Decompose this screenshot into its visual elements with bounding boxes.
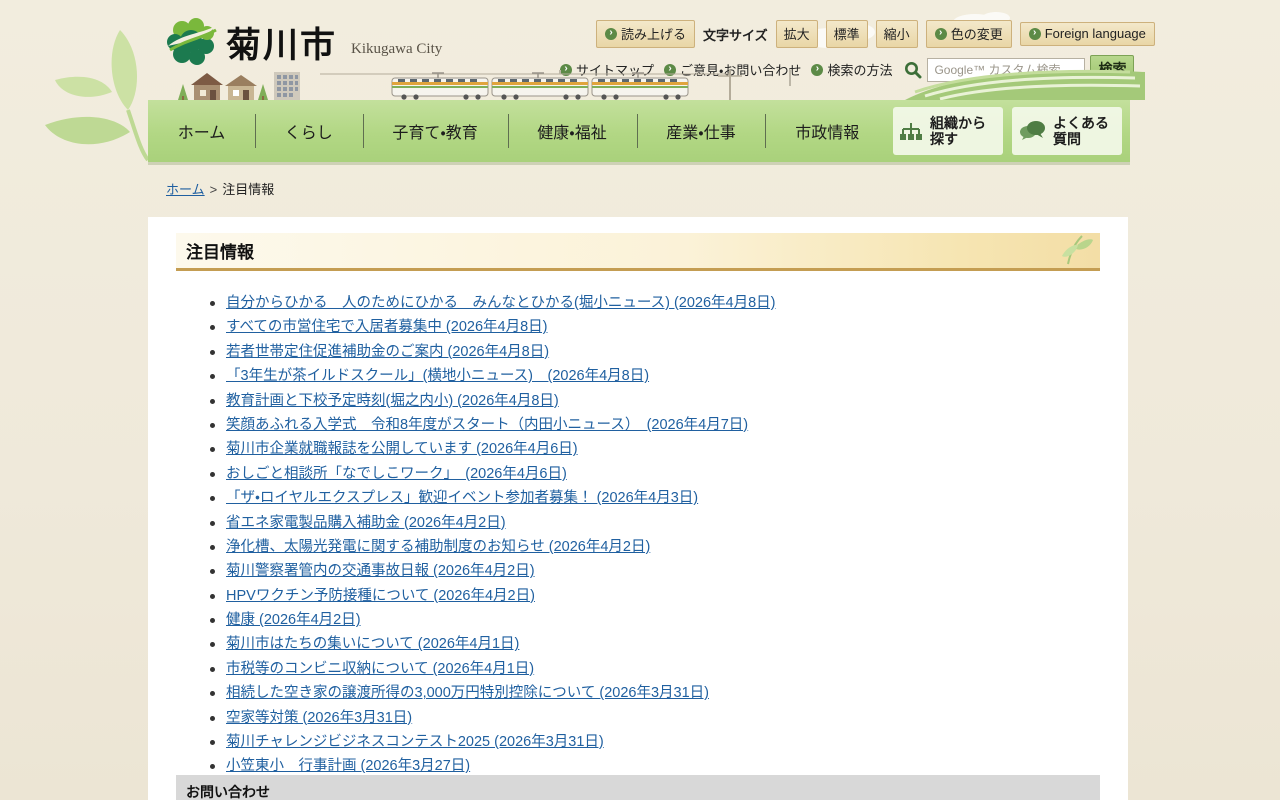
news-item: 「3年生が茶イルドスクール」(横地小ニュース) (2026年4月8日) xyxy=(210,364,1128,388)
nav-quick-boxes: 組織から探す よくある質問 xyxy=(889,100,1130,162)
nav-item-home[interactable]: ホーム xyxy=(148,100,255,162)
news-link[interactable]: 空家等対策 (2026年3月31日) xyxy=(226,710,412,726)
contact-link[interactable]: ご意見・お問い合わせ xyxy=(664,60,801,79)
arrow-bullet-icon xyxy=(811,63,824,76)
news-link[interactable]: 菊川チャレンジビジネスコンテスト2025 (2026年3月31日) xyxy=(226,734,604,750)
arrow-bullet-icon xyxy=(560,63,572,76)
arrow-bullet-icon xyxy=(1028,27,1041,40)
news-link[interactable]: すべての市営住宅で入居者募集中 (2026年4月8日) xyxy=(226,319,547,335)
org-search-button[interactable]: 組織から探す xyxy=(893,107,1004,155)
news-item: 省エネ家電製品購入補助金 (2026年4月2日) xyxy=(210,511,1128,535)
page: 菊川市 Kikugawa City 読み上げる 文字サイズ 拡大 標準 縮小 色… xyxy=(0,0,1280,800)
news-item: 若者世帯定住促進補助金のご案内 (2026年4月8日) xyxy=(210,340,1128,364)
news-item: 菊川チャレンジビジネスコンテスト2025 (2026年3月31日) xyxy=(210,730,1128,754)
news-link[interactable]: 省エネ家電製品購入補助金 (2026年4月2日) xyxy=(226,515,506,531)
news-link[interactable]: 「3年生が茶イルドスクール」(横地小ニュース) (2026年4月8日) xyxy=(226,368,649,384)
site-logo[interactable]: 菊川市 Kikugawa City xyxy=(166,16,442,68)
sitemap-label: サイトマップ xyxy=(576,63,655,78)
faq-label: よくある質問 xyxy=(1053,114,1110,147)
news-link[interactable]: おしごと相談所「なでしこワーク」 (2026年4月6日) xyxy=(226,466,567,482)
contact-label: ご意見・お問い合わせ xyxy=(680,63,802,78)
news-link[interactable]: 菊川市はたちの集いについて (2026年4月1日) xyxy=(226,636,519,652)
search-button[interactable]: 検索 xyxy=(1090,55,1135,84)
main-navigation: ホーム くらし 子育て・教育 健康・福祉 産業・仕事 市政情報 組織から探す よ… xyxy=(148,100,1130,162)
news-item: 菊川市はたちの集いについて (2026年4月1日) xyxy=(210,632,1128,656)
foreign-language-button[interactable]: Foreign language xyxy=(1019,22,1155,46)
news-link[interactable]: 市税等のコンビニ収納について (2026年4月1日) xyxy=(226,661,534,677)
news-link[interactable]: 若者世帯定住促進補助金のご案内 (2026年4月8日) xyxy=(226,344,549,360)
utility-row-2: サイトマップ ご意見・お問い合わせ 検索の方法 検索 xyxy=(560,55,1135,84)
news-link[interactable]: 相続した空き家の譲渡所得の3,000万円特別控除について (2026年3月31日… xyxy=(226,685,709,701)
search-icon xyxy=(905,61,922,78)
news-link[interactable]: 笑顔あふれる入学式 令和8年度がスタート（内田小ニュース） (2026年4月7日… xyxy=(226,417,748,433)
page-title: 注目情報 xyxy=(186,243,254,262)
speech-bubbles-icon xyxy=(1020,121,1046,140)
faq-button[interactable]: よくある質問 xyxy=(1012,107,1123,155)
news-item: HPVワクチン予防接種について (2026年4月2日) xyxy=(210,584,1128,608)
nav-item-living[interactable]: くらし xyxy=(255,100,363,162)
news-link[interactable]: 菊川市企業就職報誌を公開しています (2026年4月6日) xyxy=(226,441,578,457)
font-size-label: 文字サイズ xyxy=(703,27,768,43)
news-link[interactable]: 健康 (2026年4月2日) xyxy=(226,612,361,628)
news-link[interactable]: 教育計画と下校予定時刻(堀之内小) (2026年4月8日) xyxy=(226,393,559,409)
news-item: 菊川警察署管内の交通事故日報 (2026年4月2日) xyxy=(210,559,1128,583)
site-title-en: Kikugawa City xyxy=(351,40,443,57)
nav-item-childcare-education[interactable]: 子育て・教育 xyxy=(362,100,508,162)
color-change-label: 色の変更 xyxy=(950,27,1003,42)
news-item: おしごと相談所「なでしこワーク」 (2026年4月6日) xyxy=(210,462,1128,486)
city-emblem-icon xyxy=(167,18,217,65)
page-title-bar: 注目情報 xyxy=(176,233,1100,271)
font-shrink-button[interactable]: 縮小 xyxy=(875,20,918,48)
utility-row-1: 読み上げる 文字サイズ 拡大 標準 縮小 色の変更 Foreign langua… xyxy=(596,20,1155,48)
how-to-search-label: 検索の方法 xyxy=(827,63,893,78)
site-title: 菊川市 xyxy=(226,25,338,65)
contact-section-title: お問い合わせ xyxy=(176,775,1100,800)
how-to-search-link[interactable]: 検索の方法 xyxy=(811,60,892,79)
news-link[interactable]: 浄化槽、太陽光発電に関する補助制度のお知らせ (2026年4月2日) xyxy=(226,539,650,555)
news-item: 相続した空き家の譲渡所得の3,000万円特別控除について (2026年3月31日… xyxy=(210,681,1128,705)
search-input[interactable] xyxy=(927,57,1086,82)
arrow-bullet-icon xyxy=(934,27,947,40)
news-item: すべての市営住宅で入居者募集中 (2026年4月8日) xyxy=(210,315,1128,339)
news-item: 教育計画と下校予定時刻(堀之内小) (2026年4月8日) xyxy=(210,389,1128,413)
news-link[interactable]: 「ザ・ロイヤルエクスプレス」歓迎イベント参加者募集！ (2026年4月3日) xyxy=(226,490,698,506)
org-search-label: 組織から探す xyxy=(930,114,987,147)
news-link[interactable]: 菊川警察署管内の交通事故日報 (2026年4月2日) xyxy=(226,563,535,579)
nav-item-city-government[interactable]: 市政情報 xyxy=(765,100,889,162)
news-list: 自分からひかる 人のためにひかる みんなとひかる(堀小ニュース) (2026年4… xyxy=(210,291,1128,779)
breadcrumb-current: 注目情報 xyxy=(222,182,275,197)
font-standard-button[interactable]: 標準 xyxy=(825,20,868,48)
leaf-sprig-icon xyxy=(1062,235,1093,265)
news-item: 空家等対策 (2026年3月31日) xyxy=(210,706,1128,730)
main-content: 注目情報 自分からひかる 人のためにひかる みんなとひかる(堀小ニュース) (2… xyxy=(148,217,1128,800)
news-item: 笑顔あふれる入学式 令和8年度がスタート（内田小ニュース） (2026年4月7日… xyxy=(210,413,1128,437)
breadcrumb-home-link[interactable]: ホーム xyxy=(166,182,205,197)
nav-item-industry-work[interactable]: 産業・仕事 xyxy=(636,100,766,162)
news-link[interactable]: 自分からひかる 人のためにひかる みんなとひかる(堀小ニュース) (2026年4… xyxy=(226,295,776,311)
header: 菊川市 Kikugawa City 読み上げる 文字サイズ 拡大 標準 縮小 色… xyxy=(0,0,1280,100)
read-aloud-label: 読み上げる xyxy=(621,27,687,42)
sitemap-link[interactable]: サイトマップ xyxy=(560,60,654,79)
arrow-bullet-icon xyxy=(664,63,677,76)
news-item: 菊川市企業就職報誌を公開しています (2026年4月6日) xyxy=(210,437,1128,461)
site-search: 検索 xyxy=(904,55,1135,84)
font-enlarge-button[interactable]: 拡大 xyxy=(775,20,818,48)
breadcrumb: ホーム > 注目情報 xyxy=(166,179,274,198)
news-link[interactable]: 小笠東小 行事計画 (2026年3月27日) xyxy=(226,758,470,774)
breadcrumb-separator: > xyxy=(209,182,218,197)
news-item: 浄化槽、太陽光発電に関する補助制度のお知らせ (2026年4月2日) xyxy=(210,535,1128,559)
foreign-language-label: Foreign language xyxy=(1044,26,1146,41)
news-item: 「ザ・ロイヤルエクスプレス」歓迎イベント参加者募集！ (2026年4月3日) xyxy=(210,486,1128,510)
arrow-bullet-icon xyxy=(605,27,617,40)
nav-item-health-welfare[interactable]: 健康・福祉 xyxy=(507,100,637,162)
news-link[interactable]: HPVワクチン予防接種について (2026年4月2日) xyxy=(226,588,535,604)
news-item: 健康 (2026年4月2日) xyxy=(210,608,1128,632)
color-change-button[interactable]: 色の変更 xyxy=(925,20,1012,48)
news-item: 自分からひかる 人のためにひかる みんなとひかる(堀小ニュース) (2026年4… xyxy=(210,291,1128,315)
news-item: 市税等のコンビニ収納について (2026年4月1日) xyxy=(210,657,1128,681)
org-chart-icon xyxy=(900,123,923,140)
read-aloud-button[interactable]: 読み上げる xyxy=(596,20,696,48)
